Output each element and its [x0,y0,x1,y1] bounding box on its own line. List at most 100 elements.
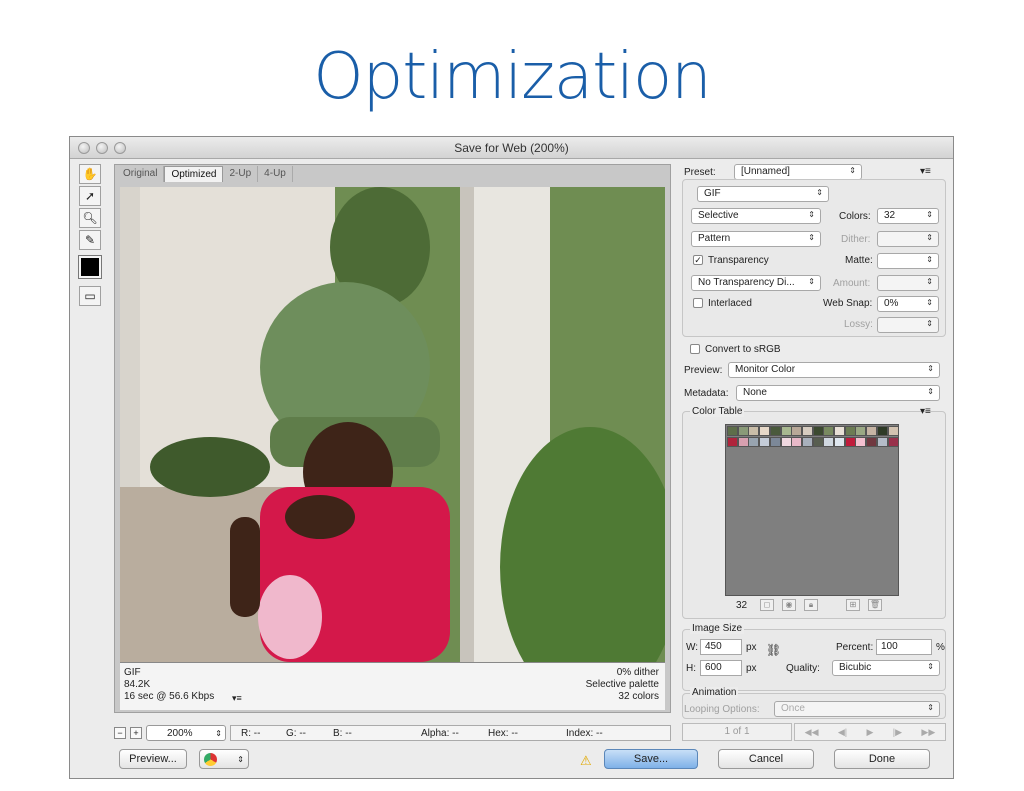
color-swatch[interactable] [801,437,813,447]
dither-algorithm-value: Pattern [698,233,731,244]
percent-input[interactable]: 100 [876,639,932,655]
looping-options-label: Looping Options: [684,704,760,715]
lossy-field[interactable]: ⇕ [877,317,939,333]
constrain-proportions-icon[interactable]: ⛓ [766,643,781,657]
color-swatch[interactable] [748,426,760,436]
eyedropper-color-swatch[interactable] [78,255,102,279]
toggle-slices-icon[interactable]: ▭ [79,286,101,306]
new-color-icon[interactable]: ⊞ [846,599,860,611]
color-swatch[interactable] [866,437,878,447]
previous-frame-icon[interactable]: ◀| [838,727,847,738]
play-icon[interactable]: ▶ [867,727,874,738]
color-swatch[interactable] [737,437,749,447]
browser-preview-select[interactable]: ⇕ [199,749,249,769]
dither-algorithm-select[interactable]: Pattern ⇕ [691,231,821,247]
color-swatch[interactable] [759,426,771,436]
slice-select-tool-icon[interactable]: ➚ [79,186,101,206]
status-bar: − + 200% ⇕ R: -- G: -- B: -- Alpha: -- H… [114,723,671,743]
color-swatch[interactable] [876,437,888,447]
color-swatch[interactable] [834,426,845,436]
looping-options-select[interactable]: Once ⇕ [774,701,940,717]
color-swatch[interactable] [769,426,781,436]
optimized-image-preview[interactable] [120,187,665,662]
download-speed-menu-icon[interactable]: ▾≡ [232,693,242,704]
zoom-out-button[interactable]: − [114,727,126,739]
color-swatch[interactable] [780,437,792,447]
color-swatch[interactable] [876,426,888,436]
map-to-web-icon[interactable]: ◻ [760,599,774,611]
save-button[interactable]: Save... [604,749,698,769]
quality-label: Quality: [786,663,820,674]
color-swatch[interactable] [887,437,899,447]
transparency-amount-field[interactable]: ⇕ [877,275,939,291]
first-frame-icon[interactable]: ◀◀ [805,727,819,738]
color-swatch[interactable] [866,426,878,436]
web-shift-icon[interactable]: ◉ [782,599,796,611]
info-format: GIF [124,667,141,678]
color-swatch[interactable] [812,426,824,436]
color-swatch[interactable] [855,437,867,447]
interlaced-checkbox[interactable] [693,298,703,308]
file-format-select[interactable]: GIF ⇕ [697,186,829,202]
chevron-updown-icon: ⇕ [926,277,933,286]
color-swatch[interactable] [844,437,856,447]
preview-color-select[interactable]: Monitor Color ⇕ [728,362,940,378]
next-frame-icon[interactable]: |▶ [893,727,902,738]
metadata-select[interactable]: None ⇕ [736,385,940,401]
preview-button[interactable]: Preview... [119,749,187,769]
color-swatch[interactable] [727,426,738,436]
dither-amount-field[interactable]: ⇕ [877,231,939,247]
color-swatch[interactable] [823,426,835,436]
hand-tool-icon[interactable]: ✋ [79,164,101,184]
colors-select[interactable]: 32 ⇕ [877,208,939,224]
view-tabs: Original Optimized 2-Up 4-Up [117,166,293,182]
height-input[interactable]: 600 [700,660,742,676]
color-swatch[interactable] [844,426,856,436]
width-input[interactable]: 450 [700,639,742,655]
convert-srgb-checkbox[interactable] [690,344,700,354]
warning-icon: ⚠ [580,753,592,768]
color-swatch[interactable] [759,437,771,447]
tab-4-up[interactable]: 4-Up [258,166,293,182]
delete-color-icon[interactable]: 🗑︎ [868,599,882,611]
window-title: Save for Web (200%) [454,141,569,155]
color-swatch[interactable] [812,437,824,447]
color-swatch[interactable] [780,426,792,436]
readout-hex: Hex: -- [488,727,518,739]
quality-select[interactable]: Bicubic ⇕ [832,660,940,676]
web-snap-select[interactable]: 0% ⇕ [877,296,939,312]
optimize-menu-icon[interactable]: ▾≡ [920,166,931,177]
color-swatch[interactable] [823,437,835,447]
color-swatch[interactable] [791,426,803,436]
color-reduction-select[interactable]: Selective ⇕ [691,208,821,224]
color-table-grid[interactable] [725,424,899,596]
color-swatch[interactable] [737,426,749,436]
transparency-checkbox[interactable]: ✓ [693,255,703,265]
last-frame-icon[interactable]: ▶▶ [921,727,935,738]
tab-2-up[interactable]: 2-Up [223,166,259,182]
transparency-dither-select[interactable]: No Transparency Di... ⇕ [691,275,821,291]
quality-value: Bicubic [839,662,872,673]
done-button[interactable]: Done [834,749,930,769]
readout-alpha: Alpha: -- [421,727,459,739]
preset-select[interactable]: [Unnamed] ⇕ [734,164,862,180]
tab-original[interactable]: Original [117,166,165,182]
color-swatch[interactable] [791,437,803,447]
color-table-menu-icon[interactable]: ▾≡ [920,406,931,417]
zoom-tool-icon[interactable]: 🔍︎ [79,208,101,228]
lock-color-icon[interactable]: 🔒︎ [804,599,818,611]
color-swatch[interactable] [855,426,867,436]
save-for-web-dialog: Save for Web (200%) ✋ ➚ 🔍︎ ✎ ▭ Original … [69,136,954,779]
zoom-in-button[interactable]: + [130,727,142,739]
tab-optimized[interactable]: Optimized [164,166,224,182]
color-swatch[interactable] [769,437,781,447]
zoom-level-select[interactable]: 200% ⇕ [146,725,226,741]
color-swatch[interactable] [748,437,760,447]
eyedropper-tool-icon[interactable]: ✎ [79,230,101,250]
cancel-button[interactable]: Cancel [718,749,814,769]
color-swatch[interactable] [801,426,813,436]
matte-select[interactable]: ⇕ [877,253,939,269]
color-swatch[interactable] [834,437,845,447]
color-swatch[interactable] [887,426,899,436]
color-swatch[interactable] [727,437,738,447]
